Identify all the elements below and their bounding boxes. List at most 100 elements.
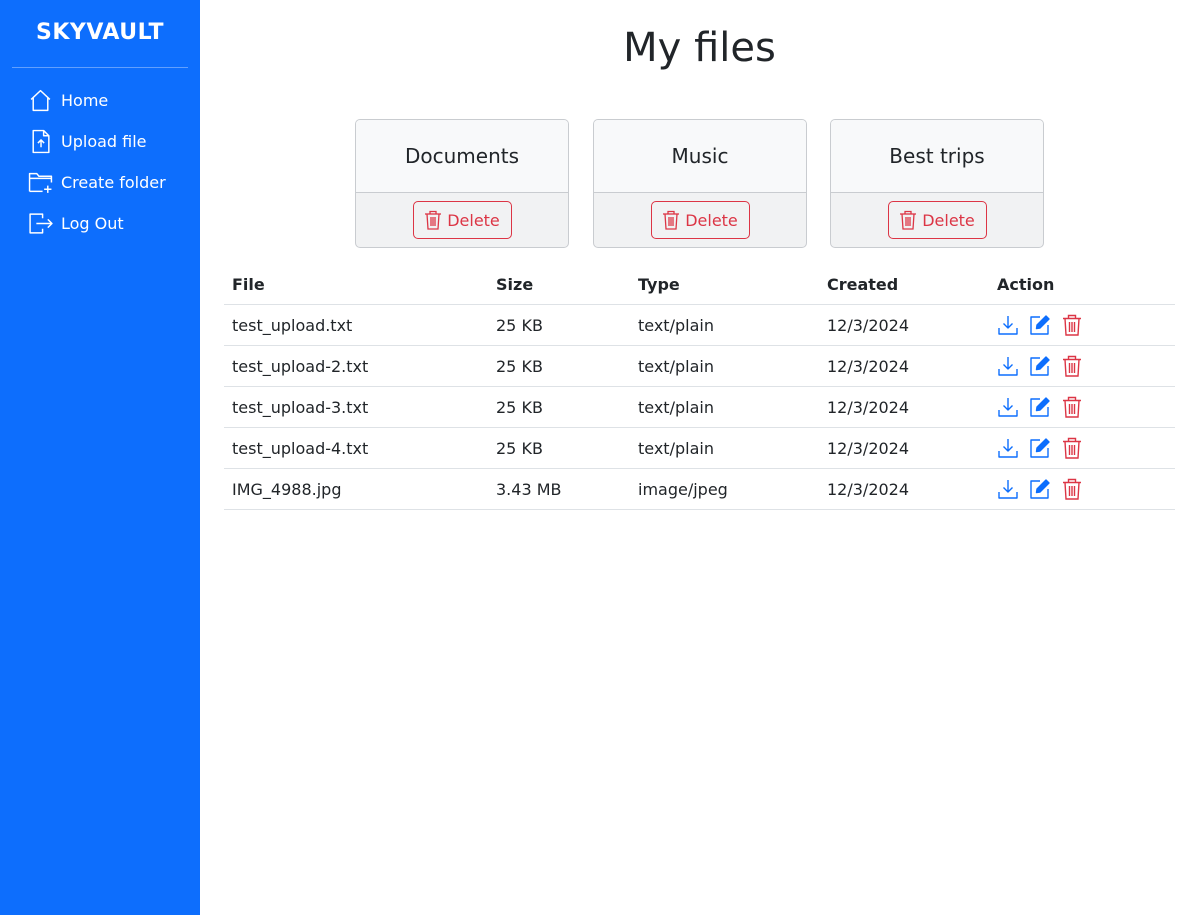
action-group	[997, 437, 1167, 459]
download-icon	[998, 480, 1018, 499]
edit-icon	[1030, 356, 1050, 376]
folder-name[interactable]: Music	[594, 120, 806, 193]
folder-footer: Delete	[356, 193, 568, 247]
edit-button[interactable]	[1029, 396, 1051, 418]
delete-label: Delete	[922, 210, 975, 230]
file-actions	[989, 304, 1175, 346]
trash-icon	[900, 210, 917, 230]
edit-icon	[1030, 397, 1050, 417]
file-actions	[989, 386, 1175, 428]
file-name: test_upload-4.txt	[224, 427, 488, 469]
sidebar-item-home[interactable]: Home	[0, 80, 200, 121]
trash-icon	[1063, 478, 1081, 500]
edit-icon	[1030, 438, 1050, 458]
download-icon	[998, 398, 1018, 417]
delete-folder-button[interactable]: Delete	[412, 201, 512, 239]
action-group	[997, 314, 1167, 336]
folder-plus-icon	[28, 172, 53, 193]
column-header-size: Size	[488, 264, 630, 305]
trash-icon	[663, 210, 680, 230]
sidebar-nav: Home Upload file Create folder Log Out	[0, 68, 200, 244]
file-size: 25 KB	[488, 427, 630, 469]
delete-file-button[interactable]	[1061, 396, 1083, 418]
table-body: test_upload.txt 25 KB text/plain 12/3/20…	[224, 304, 1175, 510]
page-title: My files	[623, 25, 776, 71]
folder-card[interactable]: Music Delete	[593, 119, 807, 248]
delete-label: Delete	[447, 210, 500, 230]
download-button[interactable]	[997, 396, 1019, 418]
edit-icon	[1030, 315, 1050, 335]
trash-icon	[425, 210, 442, 230]
trash-icon	[1063, 355, 1081, 377]
download-button[interactable]	[997, 355, 1019, 377]
action-group	[997, 396, 1167, 418]
file-actions	[989, 468, 1175, 510]
delete-folder-button[interactable]: Delete	[887, 201, 987, 239]
edit-icon	[1030, 479, 1050, 499]
sidebar-item-label: Log Out	[61, 214, 124, 233]
delete-file-button[interactable]	[1061, 437, 1083, 459]
file-created: 12/3/2024	[819, 304, 989, 346]
file-size: 25 KB	[488, 304, 630, 346]
download-icon	[998, 316, 1018, 335]
table-row: test_upload-4.txt 25 KB text/plain 12/3/…	[224, 427, 1175, 469]
table-row: test_upload-3.txt 25 KB text/plain 12/3/…	[224, 386, 1175, 428]
file-type: text/plain	[630, 386, 819, 428]
delete-folder-button[interactable]: Delete	[650, 201, 750, 239]
house-icon	[30, 89, 51, 112]
download-button[interactable]	[997, 314, 1019, 336]
edit-button[interactable]	[1029, 355, 1051, 377]
table-header-row: File Size Type Created Action	[224, 264, 1175, 305]
delete-file-button[interactable]	[1061, 355, 1083, 377]
edit-button[interactable]	[1029, 437, 1051, 459]
sidebar-item-log-out[interactable]: Log Out	[0, 203, 200, 244]
file-type: text/plain	[630, 427, 819, 469]
folder-footer: Delete	[831, 193, 1043, 247]
main-content: My files Documents Delete Music Delete B…	[200, 0, 1199, 915]
folder-card[interactable]: Best trips Delete	[830, 119, 1044, 248]
table-row: test_upload.txt 25 KB text/plain 12/3/20…	[224, 304, 1175, 346]
brand-logo[interactable]: SKYVAULT	[0, 0, 200, 47]
logout-icon	[29, 213, 53, 234]
files-table: File Size Type Created Action test_uploa…	[224, 264, 1175, 510]
sidebar-item-label: Upload file	[61, 132, 147, 151]
file-size: 25 KB	[488, 345, 630, 387]
file-name: test_upload.txt	[224, 304, 488, 346]
file-upload-icon	[32, 129, 50, 154]
file-type: image/jpeg	[630, 468, 819, 510]
column-header-file: File	[224, 264, 488, 305]
folder-name[interactable]: Best trips	[831, 120, 1043, 193]
folder-footer: Delete	[594, 193, 806, 247]
column-header-created: Created	[819, 264, 989, 305]
sidebar-item-label: Home	[61, 91, 109, 110]
file-name: test_upload-3.txt	[224, 386, 488, 428]
table-row: test_upload-2.txt 25 KB text/plain 12/3/…	[224, 345, 1175, 387]
edit-button[interactable]	[1029, 314, 1051, 336]
download-icon	[998, 439, 1018, 458]
file-created: 12/3/2024	[819, 468, 989, 510]
file-actions	[989, 427, 1175, 469]
folder-name[interactable]: Documents	[356, 120, 568, 193]
sidebar-item-create-folder[interactable]: Create folder	[0, 162, 200, 203]
file-size: 25 KB	[488, 386, 630, 428]
trash-icon	[1063, 437, 1081, 459]
download-button[interactable]	[997, 437, 1019, 459]
edit-button[interactable]	[1029, 478, 1051, 500]
file-created: 12/3/2024	[819, 345, 989, 387]
column-header-type: Type	[630, 264, 819, 305]
trash-icon	[1063, 314, 1081, 336]
file-type: text/plain	[630, 345, 819, 387]
file-size: 3.43 MB	[488, 468, 630, 510]
delete-file-button[interactable]	[1061, 478, 1083, 500]
folder-card[interactable]: Documents Delete	[355, 119, 569, 248]
file-type: text/plain	[630, 304, 819, 346]
delete-file-button[interactable]	[1061, 314, 1083, 336]
sidebar: SKYVAULT Home Upload file Create folder …	[0, 0, 200, 915]
download-button[interactable]	[997, 478, 1019, 500]
column-header-action: Action	[989, 264, 1175, 305]
sidebar-item-label: Create folder	[61, 173, 166, 192]
trash-icon	[1063, 396, 1081, 418]
sidebar-item-upload-file[interactable]: Upload file	[0, 121, 200, 162]
action-group	[997, 478, 1167, 500]
download-icon	[998, 357, 1018, 376]
